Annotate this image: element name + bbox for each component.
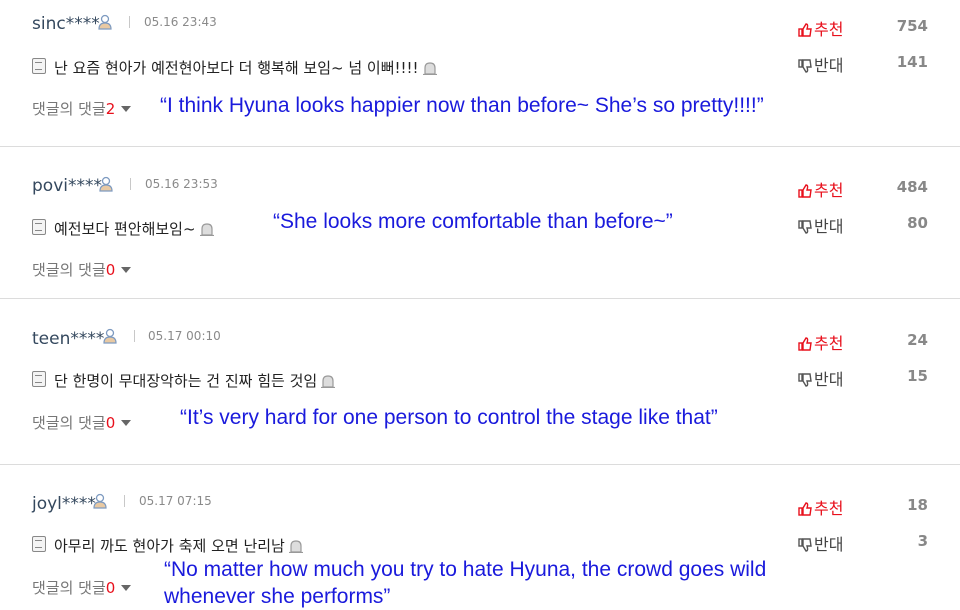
separator <box>124 495 125 507</box>
divider <box>0 464 960 465</box>
username[interactable]: teen**** <box>32 329 104 349</box>
report-icon[interactable] <box>321 375 336 388</box>
divider <box>0 146 960 147</box>
report-icon[interactable] <box>199 223 214 236</box>
replies-toggle[interactable]: 댓글의 댓글0 <box>32 412 132 433</box>
translation-text-continued: whenever she performs” <box>164 585 391 608</box>
chevron-down-icon <box>121 267 132 273</box>
chevron-down-icon <box>121 106 132 112</box>
replies-toggle[interactable]: 댓글의 댓글0 <box>32 259 132 280</box>
chevron-down-icon <box>121 585 132 591</box>
thumbs-up-icon <box>798 502 812 516</box>
timestamp: 05.16 23:53 <box>145 177 218 191</box>
user-profile-icon <box>103 328 117 344</box>
user-profile-icon <box>99 176 113 192</box>
comment-text: 아무리 까도 현아가 축제 오면 난리남 <box>54 535 303 556</box>
upvote-button[interactable]: 추천 <box>798 177 843 201</box>
upvote-button[interactable]: 추천 <box>798 330 843 354</box>
downvote-button[interactable]: 반대 <box>798 213 843 237</box>
translation-text: “I think Hyuna looks happier now than be… <box>160 94 764 117</box>
downvote-count: 3 <box>917 532 928 550</box>
username[interactable]: povi**** <box>32 176 102 196</box>
thumbs-up-icon <box>798 337 812 351</box>
translation-text: “She looks more comfortable than before~… <box>273 210 673 233</box>
upvote-count: 18 <box>907 496 928 514</box>
user-profile-icon <box>98 14 112 30</box>
comment-icon <box>32 536 46 552</box>
divider <box>0 298 960 299</box>
username[interactable]: sinc**** <box>32 14 100 34</box>
user-profile-icon <box>93 493 107 509</box>
downvote-button[interactable]: 반대 <box>798 52 843 76</box>
thumbs-down-icon <box>798 59 812 73</box>
replies-toggle[interactable]: 댓글의 댓글2 <box>32 98 132 119</box>
thumbs-up-icon <box>798 184 812 198</box>
translation-text: “It’s very hard for one person to contro… <box>180 406 718 429</box>
report-icon[interactable] <box>288 540 303 553</box>
translation-text: “No matter how much you try to hate Hyun… <box>164 558 767 581</box>
separator <box>129 16 130 28</box>
downvote-button[interactable]: 반대 <box>798 531 843 555</box>
comment-text: 난 요즘 현아가 예전현아보다 더 행복해 보임~ 넘 이뻐!!!! <box>54 57 437 78</box>
upvote-count: 754 <box>896 17 928 35</box>
separator <box>134 330 135 342</box>
report-icon[interactable] <box>422 62 437 75</box>
comment-item: sinc**** 05.16 23:43 난 요즘 현아가 예전현아보다 더 행… <box>0 0 960 146</box>
upvote-count: 484 <box>896 178 928 196</box>
separator <box>130 178 131 190</box>
replies-toggle[interactable]: 댓글의 댓글0 <box>32 577 132 598</box>
timestamp: 05.16 23:43 <box>144 15 217 29</box>
comment-icon <box>32 371 46 387</box>
comment-item: teen**** 05.17 00:10 단 한명이 무대장악하는 건 진짜 힘… <box>0 300 960 464</box>
timestamp: 05.17 07:15 <box>139 494 212 508</box>
downvote-count: 141 <box>896 53 928 71</box>
thumbs-up-icon <box>798 23 812 37</box>
thumbs-down-icon <box>798 373 812 387</box>
comment-text: 단 한명이 무대장악하는 건 진짜 힘든 것임 <box>54 370 336 391</box>
comment-icon <box>32 58 46 74</box>
chevron-down-icon <box>121 420 132 426</box>
thumbs-down-icon <box>798 538 812 552</box>
upvote-button[interactable]: 추천 <box>798 495 843 519</box>
timestamp: 05.17 00:10 <box>148 329 221 343</box>
upvote-button[interactable]: 추천 <box>798 16 843 40</box>
downvote-count: 15 <box>907 367 928 385</box>
upvote-count: 24 <box>907 331 928 349</box>
thumbs-down-icon <box>798 220 812 234</box>
comment-icon <box>32 219 46 235</box>
downvote-button[interactable]: 반대 <box>798 366 843 390</box>
username[interactable]: joyl**** <box>32 494 96 514</box>
downvote-count: 80 <box>907 214 928 232</box>
comment-text: 예전보다 편안해보임~ <box>54 218 214 239</box>
comment-item: joyl**** 05.17 07:15 아무리 까도 현아가 축제 오면 난리… <box>0 466 960 610</box>
comment-item: povi**** 05.16 23:53 예전보다 편안해보임~ “She lo… <box>0 148 960 298</box>
